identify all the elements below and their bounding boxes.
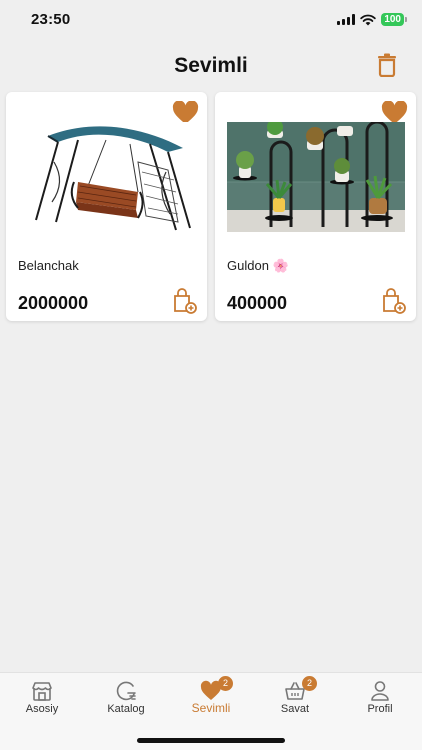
add-to-cart-bag-icon[interactable] — [380, 288, 406, 314]
tab-sevimli[interactable]: 2 Sevimli — [169, 673, 253, 723]
product-card[interactable]: Belanchak 2000000 — [6, 92, 207, 321]
wifi-icon — [360, 14, 377, 25]
favorites-count-badge: 2 — [218, 676, 233, 691]
tab-label: Katalog — [107, 703, 145, 715]
product-name[interactable]: Belanchak — [18, 258, 79, 273]
trash-icon[interactable] — [376, 53, 398, 77]
tab-label: Sevimli — [191, 701, 231, 715]
product-image-flower-stand[interactable] — [227, 122, 405, 232]
header: Sevimli — [0, 48, 422, 84]
product-image-swing[interactable] — [18, 122, 196, 232]
favorites-grid: Belanchak 2000000 Guldon 🌸 400000 — [6, 92, 416, 321]
page-title: Sevimli — [174, 54, 248, 77]
tab-label: Asosiy — [25, 703, 59, 715]
catalog-icon — [116, 681, 136, 701]
tab-label: Savat — [280, 703, 310, 715]
status-bar: 23:50 100 — [0, 0, 422, 40]
bottom-tab-bar: Asosiy Katalog 2 Sevimli 2 Savat Profil — [0, 672, 422, 750]
home-indicator — [137, 738, 285, 743]
product-name[interactable]: Guldon 🌸 — [227, 258, 289, 274]
tab-katalog[interactable]: Katalog — [84, 673, 168, 723]
user-icon — [371, 681, 389, 701]
add-to-cart-bag-icon[interactable] — [171, 288, 197, 314]
status-icons: 100 — [337, 13, 407, 26]
cart-count-badge: 2 — [302, 676, 317, 691]
signal-icon — [337, 14, 356, 25]
tab-label: Profil — [367, 703, 393, 715]
tab-asosiy[interactable]: Asosiy — [0, 673, 84, 723]
status-time: 23:50 — [31, 11, 71, 28]
store-icon — [32, 682, 52, 701]
tab-profil[interactable]: Profil — [338, 673, 422, 723]
battery-indicator: 100 — [381, 13, 407, 26]
product-price: 2000000 — [18, 293, 89, 313]
tab-savat[interactable]: 2 Savat — [253, 673, 337, 723]
product-price: 400000 — [227, 293, 288, 313]
product-card[interactable]: Guldon 🌸 400000 — [215, 92, 416, 321]
